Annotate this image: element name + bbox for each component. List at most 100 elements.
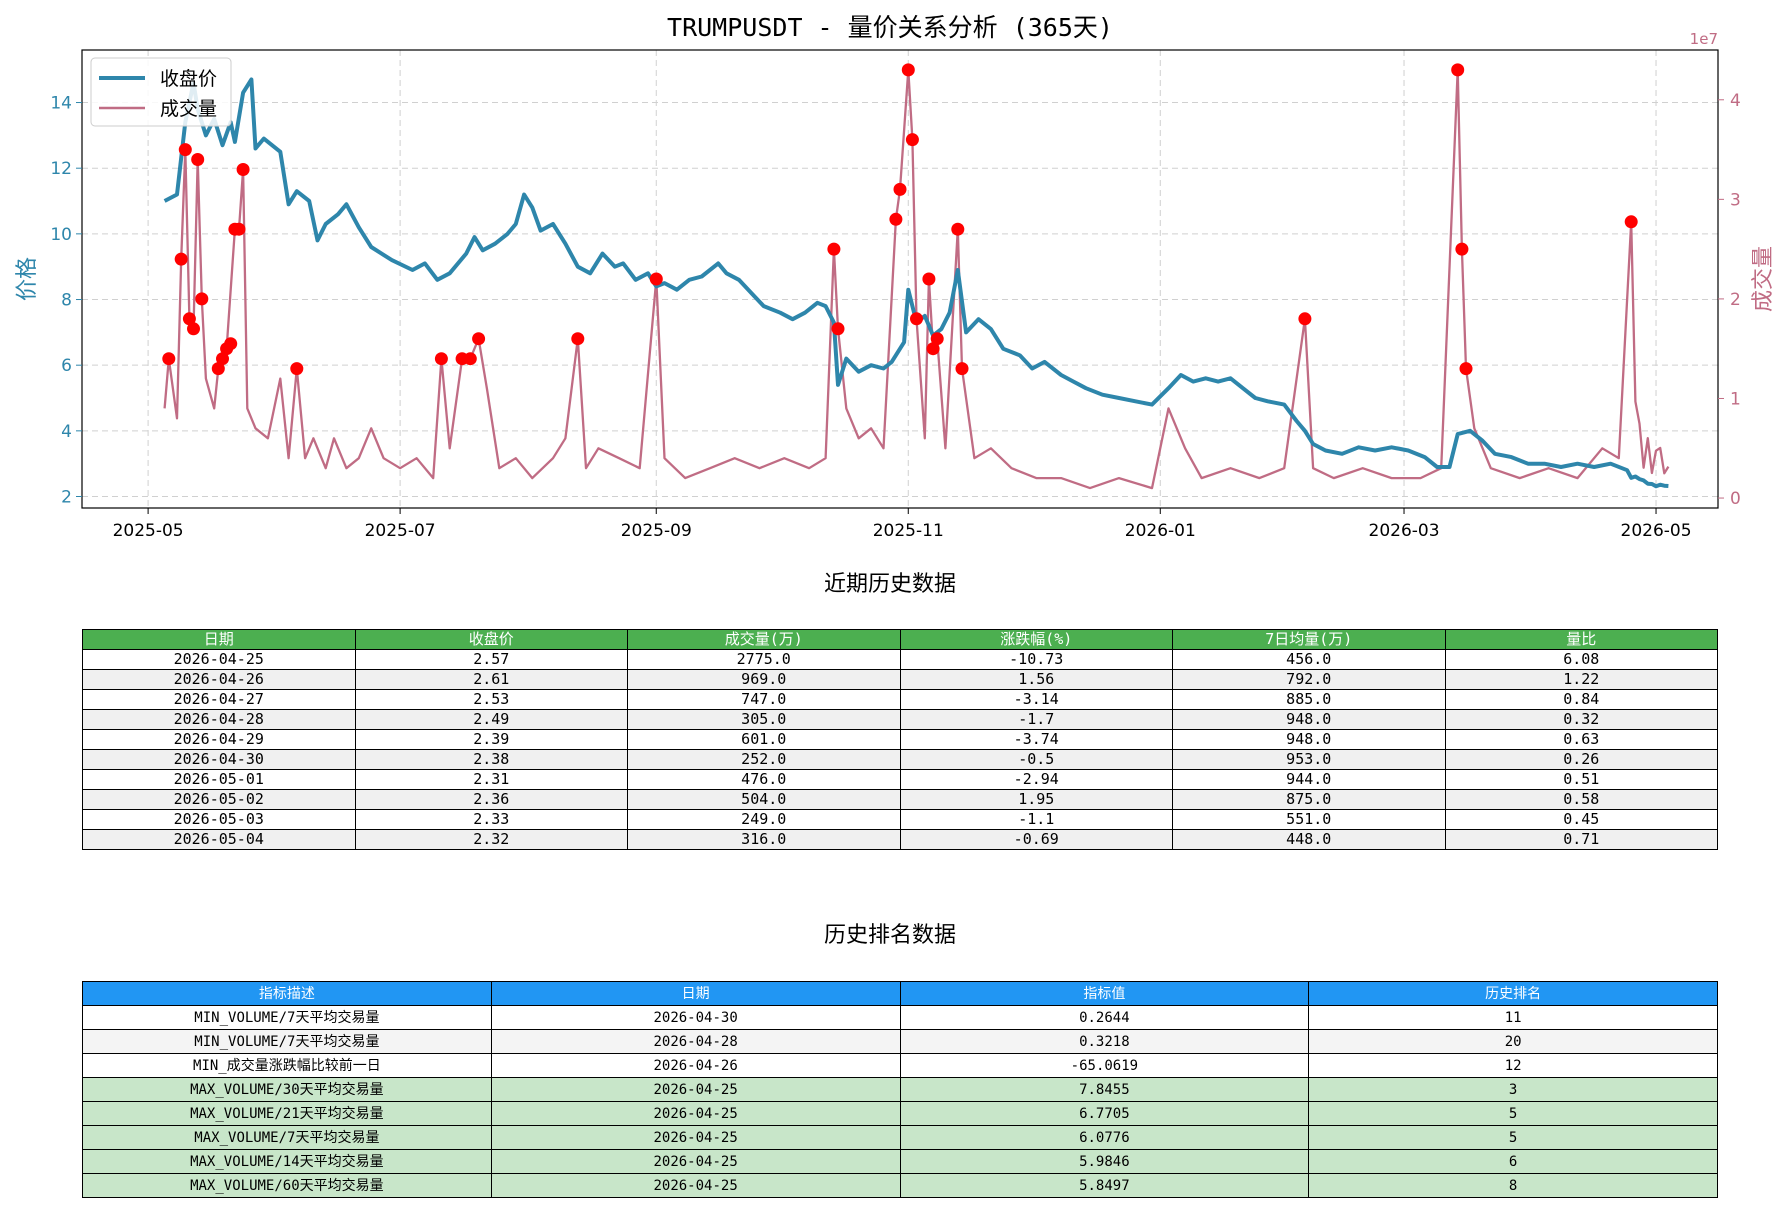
x-tick-label: 2026-01 [1125, 521, 1196, 541]
table-cell: 2026-04-25 [490, 1173, 901, 1198]
table-cell: 5 [1308, 1101, 1718, 1126]
ranking-row: MAX_VOLUME/7天平均交易量 2026-04-25 6.0776 5 [82, 1125, 1718, 1150]
volume-spike-marker [955, 362, 969, 376]
table-cell: 456.0 [1172, 649, 1446, 670]
table-cell: 969.0 [627, 669, 901, 690]
table-cell: 2.38 [354, 749, 628, 770]
volume-spike-marker [434, 352, 448, 366]
table-cell: MIN_VOLUME/7天平均交易量 [82, 1005, 492, 1030]
chart-title: TRUMPUSDT - 量价关系分析 (365天) [667, 13, 1113, 42]
table-cell: 2026-04-25 [490, 1125, 901, 1150]
x-tick-label: 2026-03 [1369, 521, 1440, 541]
volume-spike-marker [1298, 312, 1312, 326]
table-cell: 12 [1308, 1053, 1718, 1078]
table-cell: 948.0 [1172, 729, 1446, 750]
table-cell: MAX_VOLUME/30天平均交易量 [82, 1077, 492, 1102]
table-cell: 2.36 [354, 789, 628, 810]
x-tick-label: 2025-09 [621, 521, 692, 541]
table-cell: 6 [1308, 1149, 1718, 1174]
table-cell: 5.8497 [899, 1173, 1310, 1198]
table-cell: -65.0619 [899, 1053, 1310, 1078]
left-y-tick-label: 8 [61, 291, 72, 311]
volume-spike-marker [930, 332, 944, 346]
table-cell: 2.53 [354, 689, 628, 710]
table-cell: 0.2644 [899, 1005, 1310, 1030]
table-cell: 2.61 [354, 669, 628, 690]
right-y-tick-label: 3 [1730, 190, 1741, 210]
volume-spike-marker [195, 292, 209, 306]
volume-spike-marker [1624, 215, 1638, 229]
table-cell: -1.7 [899, 709, 1173, 730]
volume-spike-marker [951, 222, 965, 236]
table-cell: 7.8455 [899, 1077, 1310, 1102]
volume-spike-marker [889, 212, 903, 226]
volume-spike-marker [910, 312, 923, 326]
table-cell: 2026-04-25 [490, 1077, 901, 1102]
table-cell: 0.51 [1444, 769, 1718, 790]
column-header: 指标值 [899, 981, 1310, 1006]
table-cell: 2026-05-01 [82, 769, 356, 790]
table-cell: 20 [1308, 1029, 1718, 1054]
volume-spike-marker [831, 322, 845, 336]
table-cell: 2026-04-29 [82, 729, 356, 750]
right-axis-label: 成交量 [1751, 246, 1776, 312]
left-y-tick-label: 6 [61, 356, 72, 376]
volume-spike-marker [905, 133, 919, 147]
volume-spike-marker [893, 182, 907, 196]
table-cell: -10.73 [899, 649, 1173, 670]
table-cell: 2.57 [354, 649, 628, 670]
table-cell: 2026-04-26 [490, 1053, 901, 1078]
table-cell: 8 [1308, 1173, 1718, 1198]
ranking-header-row: 指标描述 日期 指标值 历史排名 [82, 981, 1718, 1006]
table-cell: 0.32 [1444, 709, 1718, 730]
left-y-tick-label: 14 [50, 94, 72, 114]
table-cell: 305.0 [627, 709, 901, 730]
column-header: 收盘价 [354, 629, 628, 650]
history-row: 2026-04-27 2.53 747.0 -3.14 885.0 0.84 [82, 689, 1718, 710]
table-cell: -0.5 [899, 749, 1173, 770]
left-y-tick-label: 10 [50, 225, 72, 245]
left-y-tick-label: 4 [61, 422, 72, 442]
table-cell: 885.0 [1172, 689, 1446, 710]
left-y-tick-label: 12 [50, 159, 72, 179]
right-y-tick-label: 4 [1730, 91, 1741, 111]
table-cell: MIN_VOLUME/7天平均交易量 [82, 1029, 492, 1054]
column-header: 指标描述 [82, 981, 492, 1006]
history-header-row: 日期 收盘价 成交量(万) 涨跌幅(%) 7日均量(万) 量比 [82, 629, 1718, 650]
table-cell: 252.0 [627, 749, 901, 770]
history-row: 2026-05-02 2.36 504.0 1.95 875.0 0.58 [82, 789, 1718, 810]
volume-spike-marker [187, 322, 200, 336]
table-cell: 476.0 [627, 769, 901, 790]
history-table: 日期 收盘价 成交量(万) 涨跌幅(%) 7日均量(万) 量比 2026-04-25 2.5… [82, 629, 1718, 850]
column-header: 日期 [490, 981, 901, 1006]
table-cell: 11 [1308, 1005, 1718, 1030]
table-cell: 747.0 [627, 689, 901, 710]
volume-spike-marker [174, 252, 188, 266]
left-axis-label: 价格 [15, 257, 40, 301]
plot-frame [81, 49, 1719, 509]
history-row: 2026-04-26 2.61 969.0 1.56 792.0 1.22 [82, 669, 1718, 690]
table-cell: 2026-04-28 [82, 709, 356, 730]
right-y-tick-label: 2 [1730, 290, 1741, 310]
history-row: 2026-04-28 2.49 305.0 -1.7 948.0 0.32 [82, 709, 1718, 730]
history-row: 2026-04-29 2.39 601.0 -3.74 948.0 0.63 [82, 729, 1718, 750]
x-tick-label: 2025-11 [873, 521, 944, 541]
table-cell: 0.3218 [899, 1029, 1310, 1054]
table-cell: 6.0776 [899, 1125, 1310, 1150]
table-cell: 0.45 [1444, 809, 1718, 830]
volume-spike-markers [162, 63, 1638, 376]
table-cell: 875.0 [1172, 789, 1446, 810]
column-header: 量比 [1444, 629, 1718, 650]
volume-spike-marker [472, 332, 486, 346]
table-cell: 2026-05-03 [82, 809, 356, 830]
table-cell: 0.58 [1444, 789, 1718, 810]
volume-spike-marker [827, 242, 841, 256]
right-axis-offset-text: 1e7 [1690, 30, 1718, 48]
table-cell: 2026-05-04 [82, 829, 356, 850]
legend-label-price: 收盘价 [160, 68, 217, 90]
table-cell: 953.0 [1172, 749, 1446, 770]
x-tick-label: 2026-05 [1621, 521, 1692, 541]
table-cell: -2.94 [899, 769, 1173, 790]
left-y-tick-label: 2 [61, 488, 72, 508]
table-cell: 792.0 [1172, 669, 1446, 690]
